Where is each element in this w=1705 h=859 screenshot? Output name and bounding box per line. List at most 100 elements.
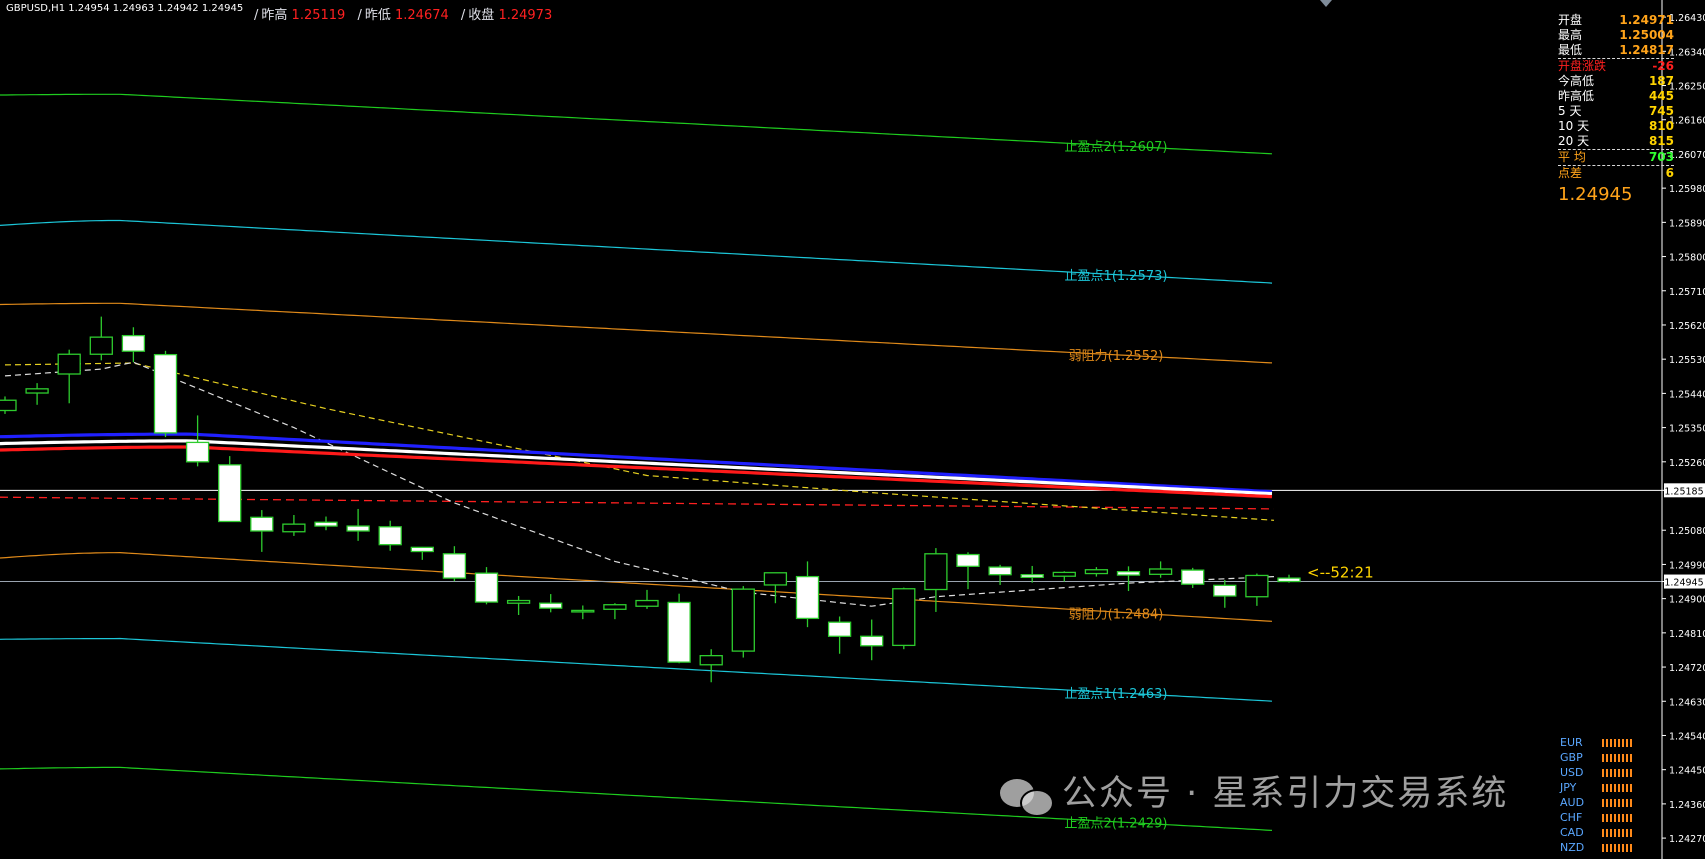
info-label: 点差 [1558,166,1583,180]
candle-body-bull [1245,574,1269,598]
strength-bars-icon [1602,753,1632,762]
axis-tick-label: 1.24810 [1669,629,1705,640]
candle-body-bull [635,599,659,607]
candle-body-bear [410,546,434,553]
currency-code: USD [1560,766,1584,779]
axis-tick-label: 1.25080 [1669,526,1705,537]
strength-bars-icon [1602,738,1632,747]
axis-tick-label: 1.24720 [1669,663,1705,674]
current-price-display: 1.24945 [1558,184,1633,205]
info-panel: 开盘 1.24971 最高 1.25004 最低 1.24817 开盘涨跌 -26 今高低 187… [1558,13,1674,207]
info-row: 最高 1.25004 [1558,28,1674,43]
info-value: 1.25004 [1619,28,1674,42]
stat-label: 昨低 [364,8,391,23]
info-row: 今高低 187 [1558,74,1674,89]
candle-body-bull [892,588,916,647]
axis-tick-label: 1.25350 [1669,424,1705,435]
strength-bars-icon [1602,828,1632,837]
info-value: 1.24817 [1619,43,1674,57]
countdown-label: <--52:21 [1307,564,1374,582]
currency-row: AUD [1560,795,1632,810]
axis-price-label: 1.25185 [1664,486,1703,497]
currency-code: CAD [1560,826,1584,839]
candle-body-bull [731,588,755,652]
level-label: 止盈点1(1.2573) [1065,269,1168,284]
axis-tick-label: 1.25440 [1669,389,1705,400]
level-label: 止盈点1(1.2463) [1065,687,1168,702]
info-label: 最低 [1558,43,1583,57]
level-label: 止盈点2(1.2429) [1065,817,1168,832]
axis-tick-label: 1.24900 [1669,595,1705,606]
candle-body-bull [603,604,627,610]
currency-code: CHF [1560,811,1583,824]
candle-body-bull [282,523,306,533]
candle-body-bear [1181,569,1205,585]
candle-body-bull [699,655,723,666]
candle-body-bear [442,553,467,579]
axis-tick-label: 1.25260 [1669,458,1705,469]
candle-body-bear [1116,571,1141,576]
scroll-marker-icon [1320,0,1332,7]
info-label: 最高 [1558,28,1583,42]
candle-body-bull [0,399,17,412]
axis-tick-label: 1.25620 [1669,321,1705,332]
symbol-info: GBPUSD,H1 1.24954 1.24963 1.24942 1.2494… [6,3,244,14]
candle-body-bull [1052,571,1076,577]
candle-body-bear [153,353,178,434]
axis-price-label: 1.24945 [1664,578,1703,589]
info-value: 187 [1648,74,1674,88]
axis-tick-label: 1.24360 [1669,800,1705,811]
candle-body-bear [218,464,242,523]
axis-tick-label: 1.26160 [1669,116,1705,127]
currency-row: USD [1560,765,1632,780]
currency-code: AUD [1560,796,1585,809]
info-row: 昨高低 445 [1558,89,1674,104]
candle-body-bear [956,553,980,567]
candle-body-bear [1020,574,1044,579]
candle-body-bear [1213,584,1237,597]
axis-tick-label: 1.24990 [1669,560,1705,571]
wechat-icon [1000,775,1054,817]
currency-code: GBP [1560,751,1583,764]
info-value: 445 [1648,89,1674,103]
candle-body-bull [89,336,113,355]
info-value: 745 [1648,104,1674,118]
info-row: 平 均 703 [1558,149,1674,165]
stat-value: 1.24973 [498,8,553,23]
candle-body-bull [25,388,49,394]
strength-bars-icon [1602,813,1632,822]
info-label: 今高低 [1558,74,1595,88]
info-value: -26 [1652,59,1674,73]
candle-body-bear [667,601,691,663]
watermark-text: 公众号 · 星系引力交易系统 [1062,774,1509,814]
info-value: 1.24971 [1619,13,1674,27]
info-value: 810 [1648,119,1674,133]
axis-tick-label: 1.25980 [1669,184,1705,195]
candle-body-bear [795,575,820,620]
candle-body-bear [121,334,146,352]
axis-tick-label: 1.26250 [1669,82,1705,93]
currency-row: EUR [1560,735,1632,750]
info-value: 6 [1665,166,1674,180]
strength-bars-icon [1602,783,1632,792]
currency-code: NZD [1560,841,1585,854]
candle-body-bear [250,516,274,532]
candle-body-bull [1148,568,1173,575]
info-row: 10 天 810 [1558,119,1674,134]
price-chart: 止盈点2(1.2607) 止盈点1(1.2573) 弱阻力(1.2552) 弱阻力(1… [0,0,1705,859]
candle-body-bull [1084,569,1109,575]
stat-value: 1.24674 [395,8,449,23]
currency-row: CHF [1560,810,1632,825]
axis-tick-label: 1.25890 [1669,218,1705,229]
axis-tick-label: 1.25710 [1669,287,1705,298]
info-value: 815 [1648,134,1674,148]
axis-tick-label: 1.24630 [1669,697,1705,708]
currency-code: EUR [1560,736,1583,749]
level-label: 弱阻力(1.2484) [1069,607,1164,622]
currency-row: NZD [1560,840,1632,855]
candle-body-bear [346,525,370,532]
candle-body-bear [988,566,1012,576]
candle-body-bull [506,599,531,604]
info-row: 点差 6 [1558,165,1674,181]
stat-label: 昨高 [261,8,288,23]
